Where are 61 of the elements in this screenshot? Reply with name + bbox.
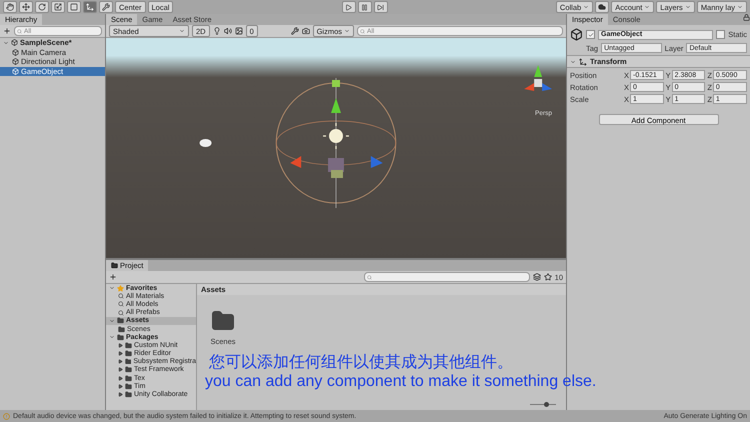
cube-icon — [12, 68, 19, 75]
step-button[interactable] — [374, 1, 388, 13]
search-icon — [360, 28, 365, 34]
search-icon — [17, 28, 22, 34]
pause-icon — [361, 4, 368, 10]
star-icon[interactable] — [544, 273, 552, 281]
checkmark-icon — [588, 32, 594, 38]
search-icon — [118, 293, 124, 300]
subtitle-line: 您可以添加任何组件以使其成为其他组件。 — [209, 352, 513, 373]
search-icon — [118, 301, 124, 308]
tool-button[interactable] — [51, 1, 65, 13]
active-checkbox[interactable] — [586, 30, 595, 39]
lightbulb-icon[interactable] — [212, 27, 221, 35]
search-field[interactable] — [364, 272, 530, 282]
tool-button[interactable] — [99, 1, 113, 13]
lock-icon[interactable] — [743, 14, 750, 21]
transform-axes-icon — [579, 58, 587, 66]
layers-icon[interactable] — [532, 273, 541, 281]
caret-icon — [644, 4, 650, 10]
step-icon — [377, 4, 384, 10]
caret-icon — [737, 4, 743, 10]
add-icon[interactable] — [109, 273, 117, 281]
cube-icon — [570, 28, 583, 41]
scene-icon — [11, 39, 18, 46]
transform-axes-icon — [86, 3, 94, 11]
cube-icon — [12, 48, 19, 56]
image-icon[interactable] — [234, 27, 243, 35]
rect-icon — [70, 3, 78, 11]
camera-icon[interactable] — [302, 27, 310, 35]
move-arrows-icon — [22, 3, 30, 11]
wrench-icon — [102, 3, 110, 11]
caret-icon — [179, 28, 185, 34]
warning-icon — [3, 412, 10, 420]
add-icon[interactable] — [3, 27, 11, 35]
tool-button[interactable] — [3, 1, 17, 13]
tool-button[interactable] — [19, 1, 33, 13]
caret-icon — [344, 28, 350, 34]
play-button[interactable] — [342, 1, 356, 13]
scale-icon — [54, 3, 62, 11]
star-icon — [117, 284, 124, 292]
tool-button[interactable] — [83, 1, 97, 13]
cloud-icon — [598, 3, 606, 11]
tool-button[interactable] — [67, 1, 81, 13]
tool-button[interactable] — [35, 1, 49, 13]
tools-icon[interactable] — [290, 27, 299, 35]
play-icon — [345, 4, 352, 10]
pause-button[interactable] — [358, 1, 372, 13]
cube-icon — [12, 58, 19, 66]
caret-icon — [684, 4, 691, 10]
cloud-button[interactable] — [595, 1, 610, 13]
subtitle-line: you can add any component to make it something else. — [205, 373, 596, 391]
slider-thumb[interactable] — [544, 402, 549, 407]
search-icon — [366, 274, 372, 280]
hand-icon — [6, 3, 14, 11]
caret-icon — [583, 4, 590, 10]
folder-icon[interactable] — [211, 309, 235, 333]
static-checkbox[interactable] — [716, 30, 726, 39]
rotate-icon — [38, 3, 46, 11]
speaker-icon[interactable] — [224, 27, 232, 35]
folder-icon — [111, 262, 118, 269]
search-icon — [118, 310, 124, 316]
